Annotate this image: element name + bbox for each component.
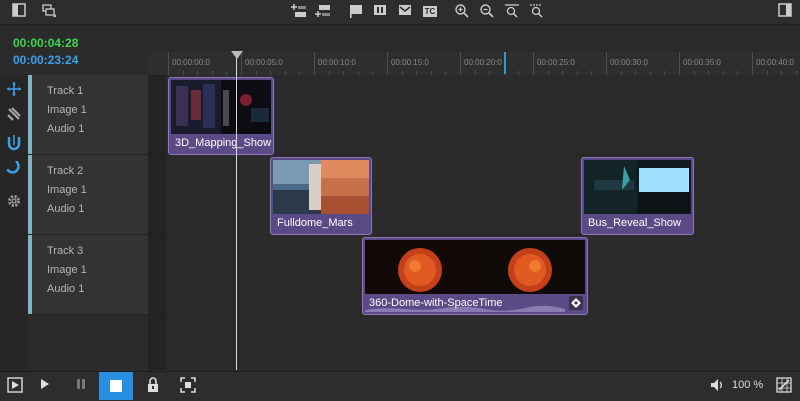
track-lane[interactable] — [148, 155, 800, 235]
ruler-label: 00:00:40:0 — [756, 58, 794, 67]
track-name: Track 3 — [47, 245, 84, 257]
timecode-panel: 00:00:04:28 00:00:23:24 — [0, 25, 148, 75]
play-icon[interactable] — [36, 377, 54, 395]
clip-label: Fulldome_Mars — [277, 217, 353, 229]
insert-track-below-icon[interactable] — [313, 3, 331, 21]
lane-gutter — [148, 75, 166, 370]
track-audio-label: Audio 1 — [47, 283, 85, 295]
track-image-label: Image 1 — [47, 264, 87, 276]
track-header[interactable]: Track 2 Image 1 Audio 1 — [28, 155, 148, 235]
play-from-start-icon[interactable] — [6, 377, 24, 395]
track-header-empty — [28, 315, 148, 370]
insert-track-above-icon[interactable] — [289, 3, 307, 21]
track-image-label: Image 1 — [47, 104, 87, 116]
panel-right-icon[interactable] — [776, 3, 794, 21]
ruler-label: 00:00:15:0 — [391, 58, 429, 67]
magnet-icon[interactable] — [5, 135, 23, 153]
track-header[interactable]: Track 3 Image 1 Audio 1 — [28, 235, 148, 315]
top-toolbar: TC — [0, 0, 800, 25]
zoom-out-icon[interactable] — [478, 3, 496, 21]
playhead-handle[interactable] — [231, 51, 243, 59]
ruler-label: 00:00:20:0 — [464, 58, 502, 67]
stop-button[interactable] — [99, 372, 133, 400]
mail-marker-icon[interactable] — [396, 3, 414, 21]
track-name: Track 1 — [47, 85, 84, 97]
panel-left-icon[interactable] — [10, 3, 28, 21]
clip-label: Bus_Reveal_Show — [588, 217, 681, 229]
timeline-marker[interactable] — [504, 52, 506, 74]
track-color-bar — [28, 75, 32, 154]
track-audio-label: Audio 1 — [47, 203, 85, 215]
timeline-clip[interactable]: Fulldome_Mars — [270, 157, 372, 235]
ruler-label: 00:00:25:0 — [537, 58, 575, 67]
clip-thumbnail — [171, 80, 271, 134]
timeline-clip[interactable]: 3D_Mapping_Show — [168, 77, 274, 155]
volume-level[interactable]: 100 % — [732, 379, 763, 391]
lock-icon[interactable] — [144, 377, 162, 395]
clip-label: 360-Dome-with-SpaceTime — [369, 297, 503, 309]
tc-marker-icon[interactable]: TC — [421, 3, 439, 21]
zoom-in-icon[interactable] — [453, 3, 471, 21]
track-color-bar — [28, 235, 32, 314]
stop-icon — [110, 380, 122, 392]
pause-icon[interactable] — [72, 377, 90, 395]
track-image-label: Image 1 — [47, 184, 87, 196]
pause-marker-icon[interactable] — [371, 3, 389, 21]
timeline-clip[interactable]: Bus_Reveal_Show — [581, 157, 694, 235]
snap-icon[interactable] — [5, 160, 23, 179]
ruler-label: 00:00:00:0 — [172, 58, 210, 67]
clip-thumbnail — [273, 160, 369, 214]
track-header[interactable]: Track 1 Image 1 Audio 1 — [28, 75, 148, 155]
keyframe-icon[interactable] — [569, 296, 583, 310]
playhead-line[interactable] — [236, 52, 237, 370]
track-color-bar — [28, 155, 32, 234]
transport-bar: 100 % — [0, 371, 800, 401]
grid-edit-icon[interactable] — [775, 377, 793, 395]
ruler-top — [148, 25, 800, 53]
volume-icon[interactable] — [708, 377, 726, 395]
clip-thumbnail — [365, 240, 585, 294]
layers-icon[interactable] — [40, 3, 58, 21]
razor-icon[interactable] — [5, 106, 23, 124]
ruler-label: 00:00:35:0 — [683, 58, 721, 67]
clip-label: 3D_Mapping_Show — [175, 137, 272, 149]
fullscreen-icon[interactable] — [179, 377, 197, 395]
ruler-label: 00:00:10:0 — [318, 58, 356, 67]
total-timecode: 00:00:23:24 — [13, 53, 79, 67]
zoom-fit-icon[interactable] — [503, 3, 521, 21]
track-audio-label: Audio 1 — [47, 123, 85, 135]
tool-column — [0, 75, 29, 370]
ruler-label: 00:00:05:0 — [245, 58, 283, 67]
move-icon[interactable] — [5, 81, 23, 99]
current-timecode: 00:00:04:28 — [13, 36, 79, 50]
zoom-selection-icon[interactable] — [527, 3, 545, 21]
timeline-clip[interactable]: 360-Dome-with-SpaceTime — [362, 237, 588, 315]
time-ruler[interactable]: 00:00:00:0 00:00:05:0 00:00:10:0 00:00:1… — [148, 52, 800, 76]
ruler-label: 00:00:30:0 — [610, 58, 648, 67]
track-name: Track 2 — [47, 165, 84, 177]
settings-icon[interactable] — [5, 193, 23, 211]
flag-icon[interactable] — [347, 3, 365, 21]
clip-thumbnail — [584, 160, 691, 214]
